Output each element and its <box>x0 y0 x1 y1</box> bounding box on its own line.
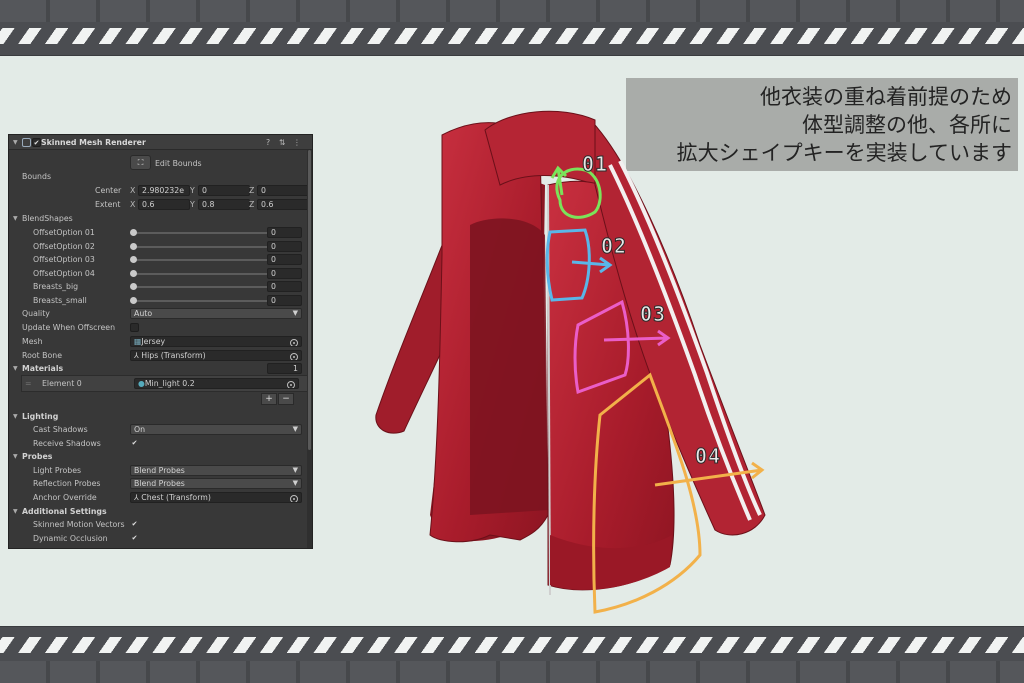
region-03-outline <box>573 299 630 395</box>
region-label-02: 02 <box>600 234 628 259</box>
region-03-arrow <box>603 329 671 347</box>
region-01-arrow <box>550 165 568 196</box>
annotation-overlay <box>545 165 765 614</box>
region-02-outline <box>545 228 591 302</box>
region-label-01: 01 <box>581 152 609 177</box>
region-label-03: 03 <box>639 302 667 327</box>
region-01-outline <box>555 167 602 219</box>
region-02-arrow <box>571 256 613 274</box>
region-04-outline <box>592 372 702 614</box>
region-label-04: 04 <box>694 444 722 469</box>
